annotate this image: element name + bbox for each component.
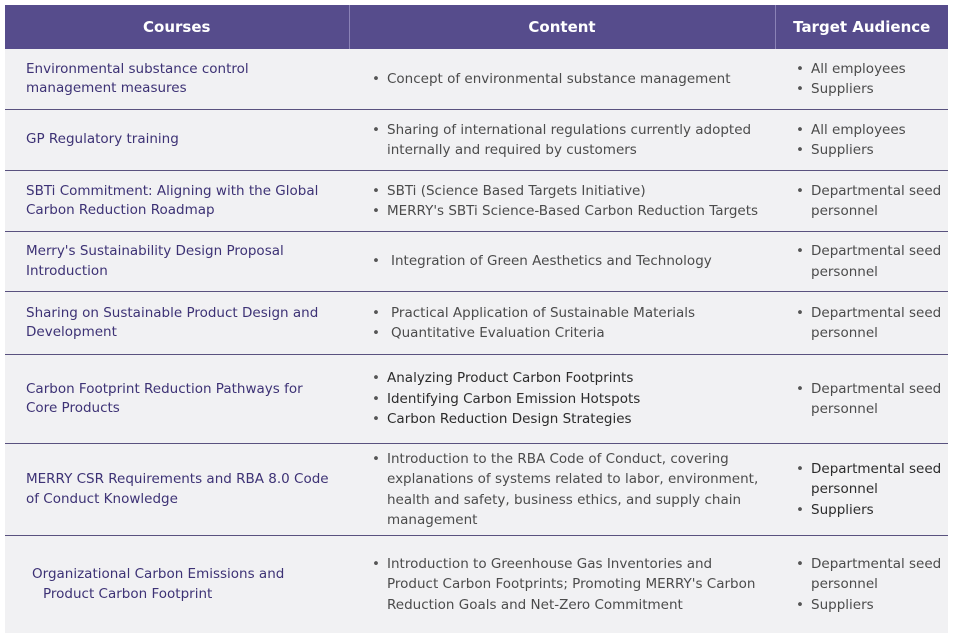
content-item: Introduction to the RBA Code of Conduct,… (372, 449, 761, 531)
audience-item: Suppliers (796, 500, 944, 521)
header-content: Content (349, 5, 776, 49)
course-cell: Sharing on Sustainable Product Design an… (5, 291, 349, 355)
table-row: Organizational Carbon Emissions and Prod… (5, 535, 948, 633)
audience-item: Suppliers (796, 140, 944, 161)
table-row: MERRY CSR Requirements and RBA 8.0 Code … (5, 443, 948, 536)
content-item: Integration of Green Aesthetics and Tech… (372, 251, 761, 272)
audience-list: All employees Suppliers (775, 59, 948, 100)
course-name-line: Environmental substance control (26, 60, 249, 77)
header-target-audience: Target Audience (775, 5, 948, 49)
content-list: Concept of environmental substance manag… (349, 69, 775, 90)
course-name-line: Product Carbon Footprint (43, 585, 213, 602)
audience-item: All employees (796, 120, 944, 141)
audience-list: Departmental seed personnel (775, 181, 948, 222)
course-cell: Organizational Carbon Emissions and Prod… (5, 535, 349, 633)
audience-list: All employees Suppliers (775, 120, 948, 161)
page: Courses Content Target Audience Environm… (0, 0, 953, 636)
content-cell: Integration of Green Aesthetics and Tech… (349, 231, 775, 292)
audience-item: Departmental seed personnel (796, 303, 944, 344)
course-name-line: Development (26, 324, 117, 340)
course-cell: Carbon Footprint Reduction Pathways for … (5, 354, 349, 444)
content-item: Practical Application of Sustainable Mat… (372, 303, 761, 324)
content-item: Introduction to Greenhouse Gas Inventori… (372, 554, 761, 616)
course-cell: MERRY CSR Requirements and RBA 8.0 Code … (5, 443, 349, 536)
content-cell: Analyzing Product Carbon Footprints Iden… (349, 354, 775, 444)
audience-item: Suppliers (796, 79, 944, 100)
content-item: Carbon Reduction Design Strategies (372, 409, 761, 430)
table-row: Sharing on Sustainable Product Design an… (5, 291, 948, 355)
audience-list: Departmental seed personnel (775, 379, 948, 420)
content-cell: Concept of environmental substance manag… (349, 49, 775, 110)
course-name-line: Carbon Footprint Reduction Pathways for (26, 380, 303, 397)
course-name-line: Introduction (26, 262, 108, 279)
table-body: Environmental substance control manageme… (5, 49, 948, 633)
content-list: Introduction to the RBA Code of Conduct,… (349, 449, 775, 531)
audience-cell: Departmental seed personnel (775, 291, 948, 355)
content-cell: Introduction to Greenhouse Gas Inventori… (349, 535, 775, 633)
course-cell: GP Regulatory training (5, 109, 349, 171)
course-cell: Environmental substance control manageme… (5, 49, 349, 110)
content-item: MERRY's SBTi Science-Based Carbon Reduct… (372, 201, 761, 222)
audience-item: Departmental seed personnel (796, 554, 944, 595)
audience-cell: Departmental seed personnel (775, 170, 948, 232)
course-name-line: GP Regulatory training (26, 131, 179, 148)
content-list: Analyzing Product Carbon Footprints Iden… (349, 368, 775, 430)
audience-item: Departmental seed personnel (796, 459, 944, 500)
content-list: SBTi (Science Based Targets Initiative) … (349, 181, 775, 222)
content-list: Practical Application of Sustainable Mat… (349, 303, 775, 344)
header-row: Courses Content Target Audience (5, 5, 948, 49)
course-name-line: management measures (26, 80, 187, 96)
course-name-line: Core Products (26, 400, 120, 416)
table-row: Environmental substance control manageme… (5, 49, 948, 110)
audience-list: Departmental seed personnel (775, 241, 948, 282)
audience-item: All employees (796, 59, 944, 80)
audience-cell: All employees Suppliers (775, 49, 948, 110)
content-list: Sharing of international regulations cur… (349, 120, 775, 161)
course-name-line: Carbon Reduction Roadmap (26, 202, 215, 218)
course-name-line: Organizational Carbon Emissions and (32, 566, 285, 582)
audience-cell: Departmental seed personnel Suppliers (775, 535, 948, 633)
audience-item: Departmental seed personnel (796, 241, 944, 282)
audience-list: Departmental seed personnel (775, 303, 948, 344)
content-list: Integration of Green Aesthetics and Tech… (349, 251, 775, 272)
training-courses-table: Courses Content Target Audience Environm… (5, 5, 948, 633)
content-item: Quantitative Evaluation Criteria (372, 323, 761, 344)
course-name-line: Sharing on Sustainable Product Design an… (26, 304, 319, 321)
audience-cell: Departmental seed personnel Suppliers (775, 443, 948, 536)
content-cell: Introduction to the RBA Code of Conduct,… (349, 443, 775, 536)
audience-list: Departmental seed personnel Suppliers (775, 554, 948, 616)
content-list: Introduction to Greenhouse Gas Inventori… (349, 554, 775, 616)
content-item: Identifying Carbon Emission Hotspots (372, 389, 761, 410)
table-row: SBTi Commitment: Aligning with the Globa… (5, 170, 948, 232)
content-item: Sharing of international regulations cur… (372, 120, 761, 161)
content-cell: Sharing of international regulations cur… (349, 109, 775, 171)
course-name-line: Merry's Sustainability Design Proposal (26, 243, 284, 259)
course-cell: Merry's Sustainability Design Proposal I… (5, 231, 349, 292)
course-name-line: SBTi Commitment: Aligning with the Globa… (26, 182, 319, 199)
content-cell: SBTi (Science Based Targets Initiative) … (349, 170, 775, 232)
content-item: SBTi (Science Based Targets Initiative) (372, 181, 761, 202)
table-header: Courses Content Target Audience (5, 5, 948, 49)
content-item: Analyzing Product Carbon Footprints (372, 368, 761, 389)
course-cell: SBTi Commitment: Aligning with the Globa… (5, 170, 349, 232)
audience-item: Suppliers (796, 595, 944, 616)
audience-cell: All employees Suppliers (775, 109, 948, 171)
table-row: GP Regulatory training Sharing of intern… (5, 109, 948, 171)
audience-item: Departmental seed personnel (796, 181, 944, 222)
audience-cell: Departmental seed personnel (775, 354, 948, 444)
content-cell: Practical Application of Sustainable Mat… (349, 291, 775, 355)
content-item: Concept of environmental substance manag… (372, 69, 761, 90)
course-name-line: MERRY CSR Requirements and RBA 8.0 Code (26, 471, 329, 487)
header-courses: Courses (5, 5, 350, 49)
audience-list: Departmental seed personnel Suppliers (775, 459, 948, 521)
audience-item: Departmental seed personnel (796, 379, 944, 420)
audience-cell: Departmental seed personnel (775, 231, 948, 292)
table-row: Carbon Footprint Reduction Pathways for … (5, 354, 948, 444)
table-row: Merry's Sustainability Design Proposal I… (5, 231, 948, 292)
course-name-line: of Conduct Knowledge (26, 490, 178, 507)
